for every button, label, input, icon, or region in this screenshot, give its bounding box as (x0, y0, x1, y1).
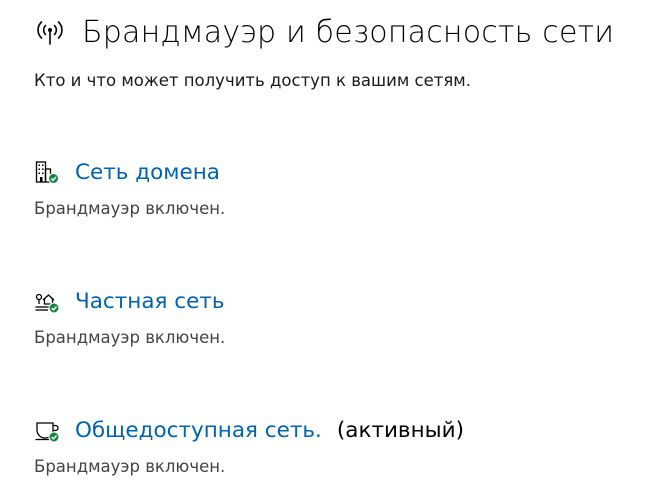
network-active-badge: (активный) (336, 417, 465, 443)
page-header: Брандмауэр и безопасность сети (34, 12, 614, 52)
page-subtitle: Кто и что может получить доступ к вашим … (34, 71, 471, 90)
private-network-icon (34, 288, 60, 314)
firewall-page: Брандмауэр и безопасность сети Кто и что… (0, 0, 660, 498)
network-link-domain[interactable]: Сеть домена (75, 160, 220, 185)
network-public: Общедоступная сеть. (активный) Брандмауэ… (34, 415, 634, 477)
page-title: Брандмауэр и безопасность сети (82, 14, 615, 50)
network-status-domain: Брандмауэр включен. (34, 199, 226, 218)
public-network-icon (34, 417, 60, 443)
network-status-public: Брандмауэр включен. (34, 457, 226, 476)
domain-network-icon (34, 159, 60, 185)
network-private: Частная сеть Брандмауэр включен. (34, 286, 634, 348)
network-domain: Сеть домена Брандмауэр включен. (34, 157, 634, 219)
network-status-private: Брандмауэр включен. (34, 328, 226, 347)
network-link-private[interactable]: Частная сеть (75, 289, 225, 314)
network-link-public[interactable]: Общедоступная сеть. (75, 418, 322, 443)
antenna-icon (34, 16, 66, 48)
